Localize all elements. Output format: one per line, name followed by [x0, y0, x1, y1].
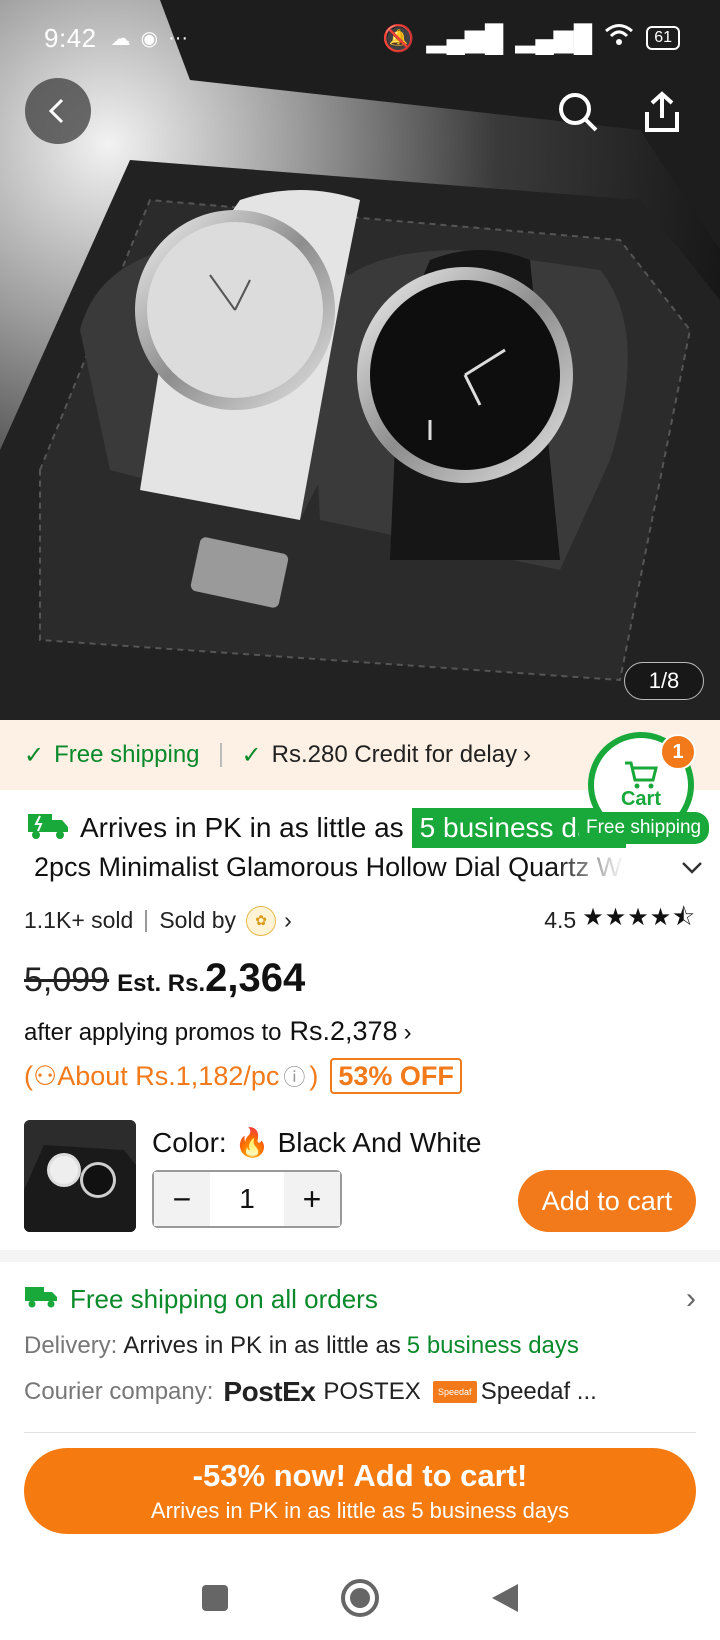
- share-button[interactable]: [634, 84, 690, 140]
- arrival-text: Arrives in PK in as little as: [80, 812, 404, 843]
- circle-icon: [341, 1578, 379, 1617]
- cta-main-text: -53% now! Add to cart!: [192, 1458, 528, 1493]
- search-button[interactable]: [550, 84, 606, 140]
- speedaf-logo-icon: Speedaf: [432, 1381, 477, 1403]
- add-to-cart-cta-button[interactable]: -53% now! Add to cart! Arrives in PK in …: [24, 1448, 696, 1534]
- increase-quantity-button[interactable]: +: [284, 1172, 340, 1226]
- courier-postex: POSTEX: [323, 1378, 421, 1405]
- quantity-stepper: − 1 +: [152, 1170, 342, 1228]
- chevron-right-icon: ›: [523, 741, 532, 768]
- signal-icon-2: ▂▄▆█: [515, 22, 593, 53]
- watch-box-photo: [0, 0, 720, 720]
- pinterest-icon: ◉: [140, 27, 159, 50]
- share-icon: [645, 91, 679, 132]
- add-to-cart-button[interactable]: Add to cart: [518, 1170, 696, 1232]
- battery-icon: 61: [646, 26, 680, 50]
- rating-stars-icon: ★★★★⯪: [582, 904, 696, 931]
- signal-icon: ▂▄▆█: [426, 22, 504, 53]
- cta-sub-text: Arrives in PK in as little as 5 business…: [150, 1498, 570, 1523]
- discount-badge: 53% OFF: [330, 1058, 462, 1094]
- truck-icon: [24, 1284, 58, 1315]
- cart-free-shipping-tag: Free shipping: [578, 812, 710, 844]
- cloud-icon: ☁: [110, 27, 131, 50]
- check-icon: ✓: [241, 741, 262, 769]
- rating[interactable]: 4.5 ★★★★⯪: [544, 900, 696, 941]
- sales-row: 1.1K+ sold Sold by ✿ › 4.5 ★★★★⯪: [24, 900, 696, 941]
- rating-value: 4.5: [544, 907, 577, 933]
- expand-title-button[interactable]: [680, 852, 704, 883]
- wifi-icon: [604, 23, 634, 54]
- product-image[interactable]: 9:42 ☁ ◉ ··· 🔕 ▂▄▆█ ▂▄▆█ 61 1/8: [0, 0, 720, 720]
- color-label-row: Color: 🔥 Black And White: [152, 1126, 481, 1159]
- shipping-headline: Free shipping on all orders: [70, 1283, 378, 1314]
- more-notifications-icon: ···: [168, 26, 189, 49]
- search-icon: [559, 93, 598, 132]
- square-icon: [202, 1584, 228, 1611]
- triangle-back-icon: [492, 1583, 518, 1612]
- back-button[interactable]: [25, 78, 91, 144]
- store-logo-icon[interactable]: ✿: [246, 905, 277, 936]
- sold-by-label: Sold by: [159, 907, 237, 933]
- chevron-down-icon: [682, 862, 702, 874]
- chevron-right-icon: ›: [403, 1019, 412, 1046]
- sale-price: 2,364: [205, 956, 306, 1000]
- check-icon: ✓: [24, 741, 45, 769]
- courier-line: Courier company: PostEx POSTEX Speedaf S…: [24, 1376, 696, 1408]
- postex-logo: PostEx: [223, 1376, 316, 1407]
- quantity-value[interactable]: 1: [210, 1183, 284, 1215]
- variant-thumbnail[interactable]: [24, 1120, 136, 1232]
- shipping-headline-row[interactable]: Free shipping on all orders ›: [24, 1282, 696, 1316]
- est-label: Est. Rs.: [117, 970, 206, 997]
- color-key: Color:: [152, 1126, 227, 1158]
- per-piece-row: ( ⚇ About Rs.1,182/pc ⓘ ) 53% OFF: [24, 1058, 462, 1094]
- system-nav-bar: [0, 1560, 720, 1640]
- home-button[interactable]: [340, 1578, 380, 1623]
- courier-key: Courier company:: [24, 1378, 214, 1405]
- promo-value: Rs.2,378: [289, 1016, 398, 1046]
- price-row: 5,099 Est. Rs. 2,364: [24, 956, 305, 1001]
- sold-count: 1.1K+ sold: [24, 907, 134, 933]
- promo-text: after applying promos to: [24, 1019, 282, 1046]
- bundle-icon: ⚇: [33, 1060, 58, 1091]
- shipping-info[interactable]: Free shipping on all orders › Delivery: …: [24, 1282, 696, 1408]
- decrease-quantity-button[interactable]: −: [154, 1172, 210, 1226]
- product-title-row[interactable]: 2pcs Minimalist Glamorous Hollow Dial Qu…: [34, 852, 704, 883]
- product-title: 2pcs Minimalist Glamorous Hollow Dial Qu…: [34, 852, 624, 882]
- nav-back-button[interactable]: [490, 1582, 520, 1619]
- original-price: 5,099: [24, 961, 110, 999]
- flame-icon: 🔥: [234, 1127, 270, 1158]
- recents-button[interactable]: [200, 1583, 230, 1618]
- color-value: Black And White: [277, 1126, 482, 1158]
- cart-icon: [625, 761, 658, 788]
- status-bar: 9:42 ☁ ◉ ··· 🔕 ▂▄▆█ ▂▄▆█ 61: [0, 0, 720, 76]
- chevron-right-icon[interactable]: ›: [284, 907, 292, 934]
- cart-label: Cart: [620, 787, 661, 810]
- status-time: 9:42: [44, 22, 97, 53]
- delivery-days: 5 business days: [406, 1332, 579, 1359]
- chevron-left-icon: [48, 98, 64, 124]
- delivery-key: Delivery:: [24, 1332, 118, 1359]
- image-counter: 1/8: [624, 662, 704, 700]
- delivery-text: Arrives in PK in as little as: [123, 1332, 401, 1359]
- mute-bell-icon: 🔕: [382, 22, 415, 53]
- cart-badge: 1: [660, 734, 696, 770]
- free-shipping-label: Free shipping: [54, 741, 200, 768]
- variant-selector: Color: 🔥 Black And White − 1 + Add to ca…: [24, 1120, 696, 1232]
- courier-speedaf: Speedaf ...: [480, 1378, 597, 1405]
- chevron-right-icon: ›: [686, 1282, 696, 1315]
- per-piece-price: About Rs.1,182/pc: [57, 1060, 280, 1091]
- help-icon[interactable]: ⓘ: [283, 1060, 305, 1092]
- delivery-line: Delivery: Arrives in PK in as little as …: [24, 1332, 696, 1360]
- fast-truck-icon: [26, 810, 70, 847]
- arrival-banner: Arrives in PK in as little as 5 business…: [26, 808, 626, 848]
- promo-price-line[interactable]: after applying promos to Rs.2,378 ›: [24, 1016, 412, 1047]
- credit-label: Rs.280 Credit for delay: [271, 741, 518, 768]
